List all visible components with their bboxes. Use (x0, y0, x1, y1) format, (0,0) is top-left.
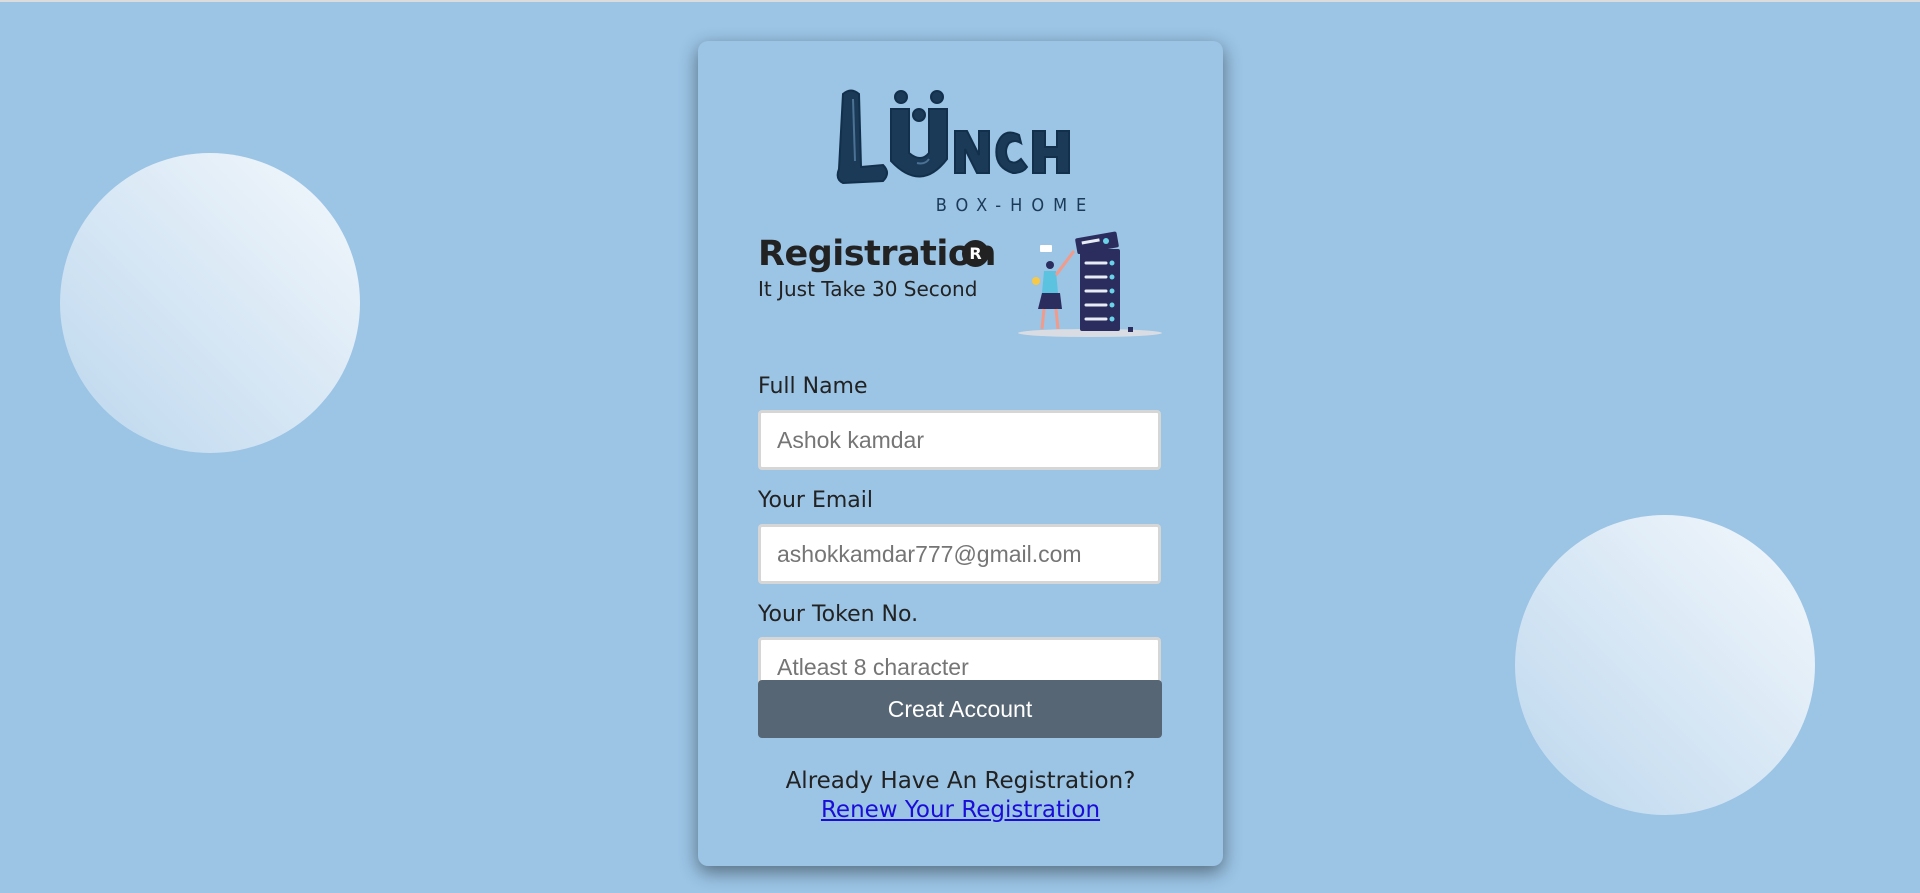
logo-subtitle: BOX-HOME (935, 195, 1096, 216)
create-account-button[interactable]: Creat Account (758, 680, 1162, 738)
token-label: Your Token No. (758, 602, 919, 627)
email-label: Your Email (758, 488, 873, 513)
renew-registration-container: Renew Your Registration (698, 797, 1223, 823)
decorative-circle-right (1515, 515, 1815, 815)
top-border (0, 0, 1920, 2)
renew-registration-link[interactable]: Renew Your Registration (821, 797, 1100, 823)
full-name-label: Full Name (758, 374, 868, 399)
registered-trademark-icon: R (962, 240, 989, 267)
decorative-circle-left (60, 153, 360, 453)
full-name-input[interactable] (758, 410, 1161, 470)
registration-card: BOX-HOME Registration R It Just Take 30 … (698, 41, 1223, 866)
already-registered-text: Already Have An Registration? (785, 768, 1136, 794)
server-illustration-icon (1018, 231, 1162, 337)
page-subtitle: It Just Take 30 Second (758, 277, 978, 301)
email-input[interactable] (758, 524, 1161, 584)
page-title: Registration (758, 234, 996, 274)
